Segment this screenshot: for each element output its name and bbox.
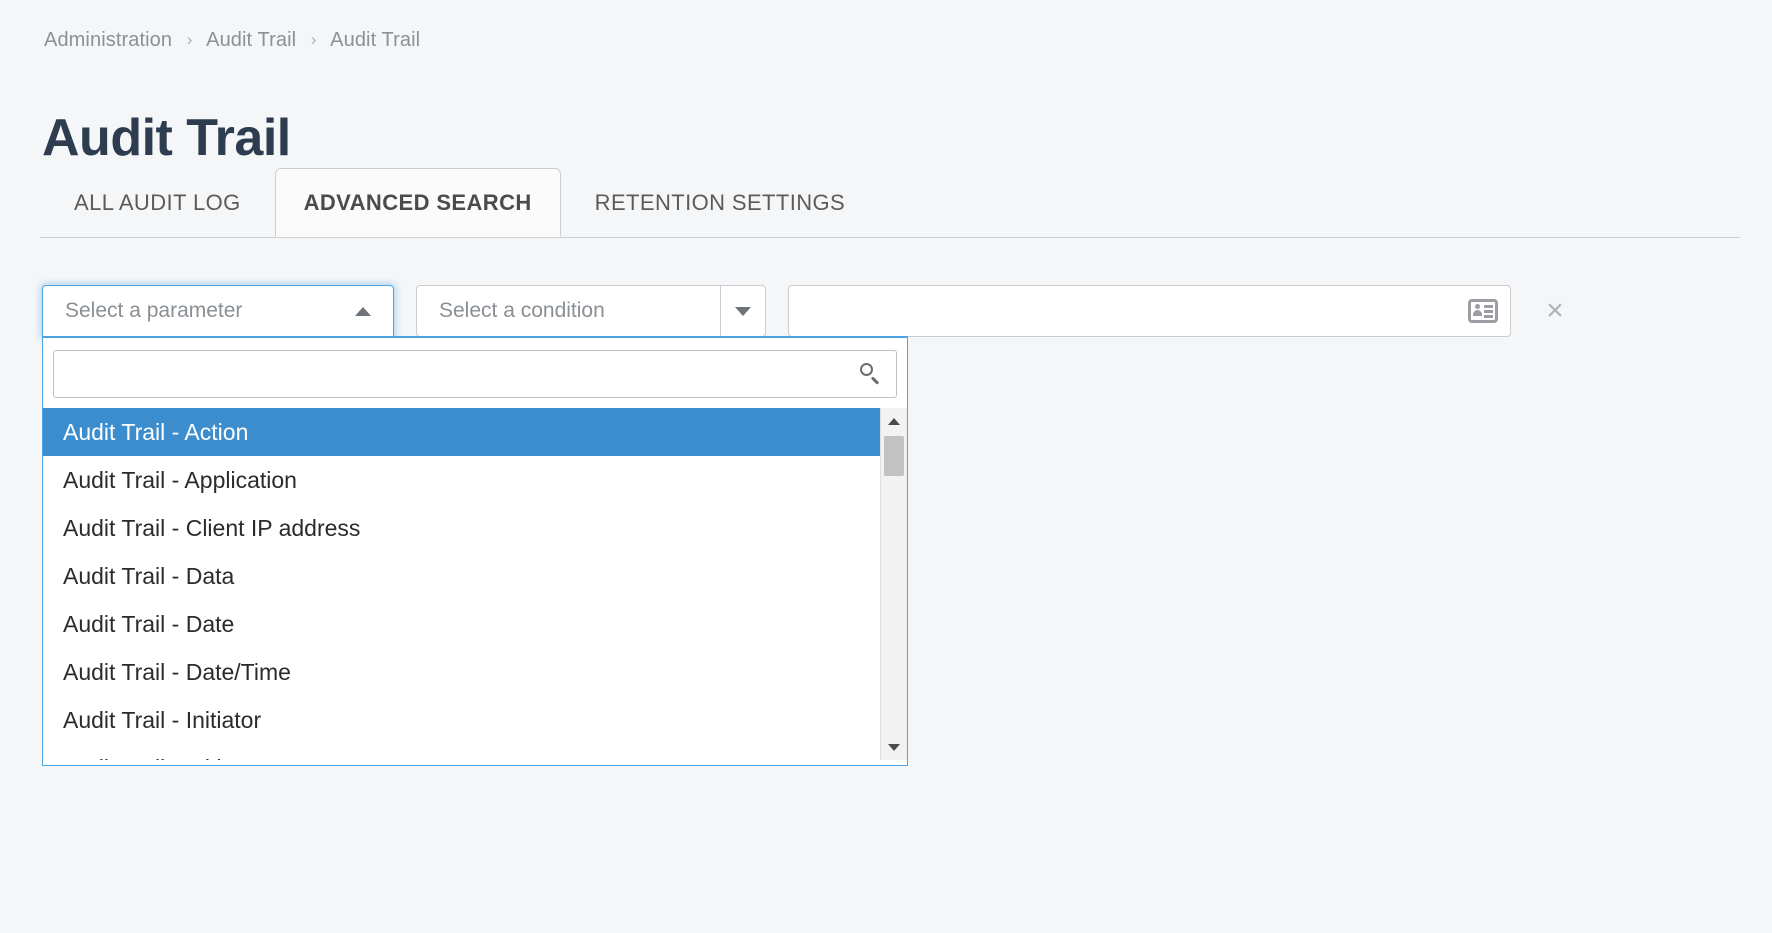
- chevron-up-icon: [355, 306, 371, 316]
- search-icon[interactable]: [860, 363, 882, 385]
- dropdown-option[interactable]: Audit Trail - Date: [43, 600, 880, 648]
- breadcrumb-item-administration[interactable]: Administration: [44, 29, 172, 51]
- dropdown-option[interactable]: Audit Trail - Date/Time: [43, 648, 880, 696]
- scroll-up-arrow-icon[interactable]: [881, 408, 907, 434]
- condition-select[interactable]: Select a condition: [416, 285, 720, 337]
- filter-row: Select a parameter Select a condition ×: [42, 285, 1742, 337]
- parameter-select[interactable]: Select a parameter: [42, 285, 394, 337]
- condition-select-toggle-button[interactable]: [720, 285, 766, 337]
- dropdown-search-input[interactable]: [68, 350, 860, 398]
- tab-retention-settings[interactable]: RETENTION SETTINGS: [561, 168, 879, 237]
- dropdown-option[interactable]: Audit Trail - Application: [43, 456, 880, 504]
- dropdown-option-list: Audit Trail - Action Audit Trail - Appli…: [43, 408, 880, 760]
- value-input[interactable]: [807, 285, 1468, 337]
- dropdown-option[interactable]: Audit Trail - Action: [43, 408, 880, 456]
- parameter-dropdown-panel: Audit Trail - Action Audit Trail - Appli…: [42, 336, 908, 766]
- breadcrumb: Administration › Audit Trail › Audit Tra…: [44, 29, 420, 52]
- tab-bar: ALL AUDIT LOG ADVANCED SEARCH RETENTION …: [40, 168, 1740, 238]
- dropdown-scrollbar[interactable]: [880, 408, 907, 760]
- parameter-select-placeholder: Select a parameter: [65, 299, 243, 322]
- value-input-wrapper[interactable]: [788, 285, 1511, 337]
- page-title: Audit Trail: [42, 108, 291, 167]
- breadcrumb-separator-icon: ›: [186, 30, 193, 49]
- breadcrumb-separator-icon: ›: [310, 30, 317, 49]
- breadcrumb-item-audit-trail-current: Audit Trail: [330, 29, 421, 51]
- contact-card-person-glyph: [1473, 304, 1482, 318]
- scroll-down-arrow-icon[interactable]: [881, 734, 907, 760]
- remove-filter-button[interactable]: ×: [1537, 285, 1573, 337]
- chevron-down-icon: [735, 306, 751, 316]
- dropdown-option[interactable]: Audit Trail - Client IP address: [43, 504, 880, 552]
- contact-card-icon[interactable]: [1468, 299, 1498, 323]
- tab-advanced-search[interactable]: ADVANCED SEARCH: [274, 168, 561, 237]
- breadcrumb-item-audit-trail[interactable]: Audit Trail: [206, 29, 296, 51]
- contact-card-lines-glyph: [1484, 304, 1493, 318]
- condition-select-placeholder: Select a condition: [439, 299, 605, 322]
- dropdown-list-wrapper: Audit Trail - Action Audit Trail - Appli…: [43, 408, 907, 760]
- dropdown-option[interactable]: Audit Trail - Initiator Name: [43, 744, 880, 760]
- dropdown-search-area: [43, 338, 907, 408]
- condition-select-group: Select a condition: [416, 285, 766, 337]
- tab-all-audit-log[interactable]: ALL AUDIT LOG: [40, 168, 275, 237]
- dropdown-search-box[interactable]: [53, 350, 897, 398]
- scrollbar-thumb[interactable]: [884, 436, 904, 476]
- dropdown-option[interactable]: Audit Trail - Data: [43, 552, 880, 600]
- dropdown-option[interactable]: Audit Trail - Initiator: [43, 696, 880, 744]
